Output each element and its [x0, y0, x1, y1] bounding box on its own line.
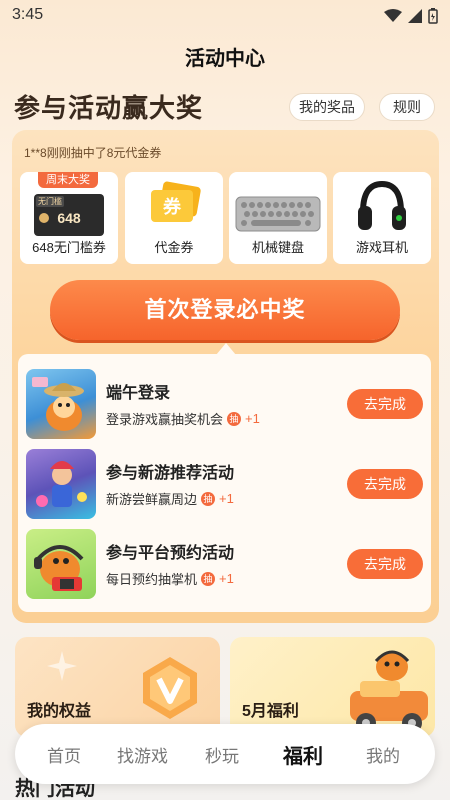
lottery-badge-icon: 抽 [201, 491, 216, 506]
status-time: 3:45 [12, 6, 44, 23]
duck-car-icon [350, 650, 428, 733]
headline: 参与活动赢大奖 [14, 93, 204, 123]
task-subtitle-text: 每日预约抽掌机 [106, 572, 198, 587]
task-item: 参与新游推荐活动 新游尝鲜赢周边 抽 +1 去完成 [26, 449, 426, 519]
go-complete-button[interactable]: 去完成 [347, 389, 423, 419]
task-title: 端午登录 [106, 385, 171, 402]
sparkle-icon [47, 651, 77, 681]
my-rights-card[interactable]: 我的权益 [15, 637, 220, 737]
signal-icon [408, 9, 422, 23]
hero-character-icon [36, 461, 87, 507]
may-welfare-label: 5月福利 [242, 703, 299, 720]
battery-icon [428, 8, 438, 24]
reward-count: +1 [219, 491, 234, 506]
task-title: 参与平台预约活动 [106, 545, 235, 562]
prize-card-keyboard[interactable]: 机械键盘 [229, 172, 327, 264]
ticket-value: 648 [57, 210, 81, 226]
reward-count: +1 [245, 411, 260, 426]
my-rights-label: 我的权益 [27, 703, 92, 720]
prize-card-headset[interactable]: 游戏耳机 [333, 172, 431, 264]
prize-label: 648无门槛券 [32, 240, 106, 255]
game-thumbnail [26, 449, 96, 519]
go-complete-button[interactable]: 去完成 [347, 549, 423, 579]
bottom-tab-bar: 首页 找游戏 秒玩 福利 我的 [15, 724, 435, 784]
go-complete-button[interactable]: 去完成 [347, 469, 423, 499]
page-title: 活动中心 [185, 48, 265, 70]
reward-count: +1 [219, 571, 234, 586]
game-thumbnail [26, 529, 96, 599]
tab-find-games[interactable]: 找游戏 [117, 742, 168, 767]
prize-label: 机械键盘 [251, 240, 304, 255]
my-prizes-button[interactable]: 我的奖品 [289, 93, 365, 121]
duck-gamer-icon [34, 545, 84, 591]
ticket-tag: 无门槛 [36, 196, 64, 207]
keyboard-icon [235, 196, 321, 232]
diamond-v-icon [143, 657, 197, 719]
voucher-icon: 券 [151, 181, 201, 222]
status-icons [384, 8, 438, 24]
duck-character-icon [32, 377, 84, 431]
wifi-icon [384, 9, 402, 22]
tab-instant-play[interactable]: 秒玩 [205, 742, 239, 767]
prize-card-voucher-648[interactable]: 周末大奖 无门槛 648 648无门槛券 [20, 172, 118, 264]
task-subtitle-text: 新游尝鲜赢周边 [106, 492, 198, 507]
task-subtitle: 登录游戏赢抽奖机会 抽 +1 [106, 409, 260, 428]
lottery-badge-icon: 抽 [201, 571, 216, 586]
ticket-image: 无门槛 648 [34, 194, 104, 236]
headset-icon [358, 180, 406, 230]
lottery-badge-icon: 抽 [227, 411, 242, 426]
task-item: 参与平台预约活动 每日预约抽掌机 抽 +1 去完成 [26, 529, 426, 599]
task-item: 端午登录 登录游戏赢抽奖机会 抽 +1 去完成 [26, 369, 426, 439]
tab-welfare[interactable]: 福利 [283, 740, 323, 769]
task-subtitle: 每日预约抽掌机 抽 +1 [106, 569, 234, 588]
status-bar: 3:45 [0, 0, 450, 32]
may-welfare-card[interactable]: 5月福利 [230, 637, 435, 737]
task-subtitle: 新游尝鲜赢周边 抽 +1 [106, 489, 234, 508]
first-login-lottery-button[interactable]: 首次登录必中奖 [50, 280, 400, 340]
voucher-icon-text: 券 [162, 196, 182, 218]
weekend-prize-tag: 周末大奖 [38, 172, 98, 188]
task-title: 参与新游推荐活动 [106, 465, 235, 482]
prize-card-voucher[interactable]: 券 代金券 [125, 172, 223, 264]
tab-me[interactable]: 我的 [366, 742, 400, 767]
game-thumbnail [26, 369, 96, 439]
prize-label: 游戏耳机 [355, 240, 408, 255]
tab-home[interactable]: 首页 [47, 742, 81, 767]
winner-ticker: 1**8刚刚抽中了8元代金券 [24, 146, 162, 160]
prize-label: 代金券 [154, 240, 194, 255]
task-subtitle-text: 登录游戏赢抽奖机会 [106, 412, 224, 427]
rules-button[interactable]: 规则 [379, 93, 435, 121]
